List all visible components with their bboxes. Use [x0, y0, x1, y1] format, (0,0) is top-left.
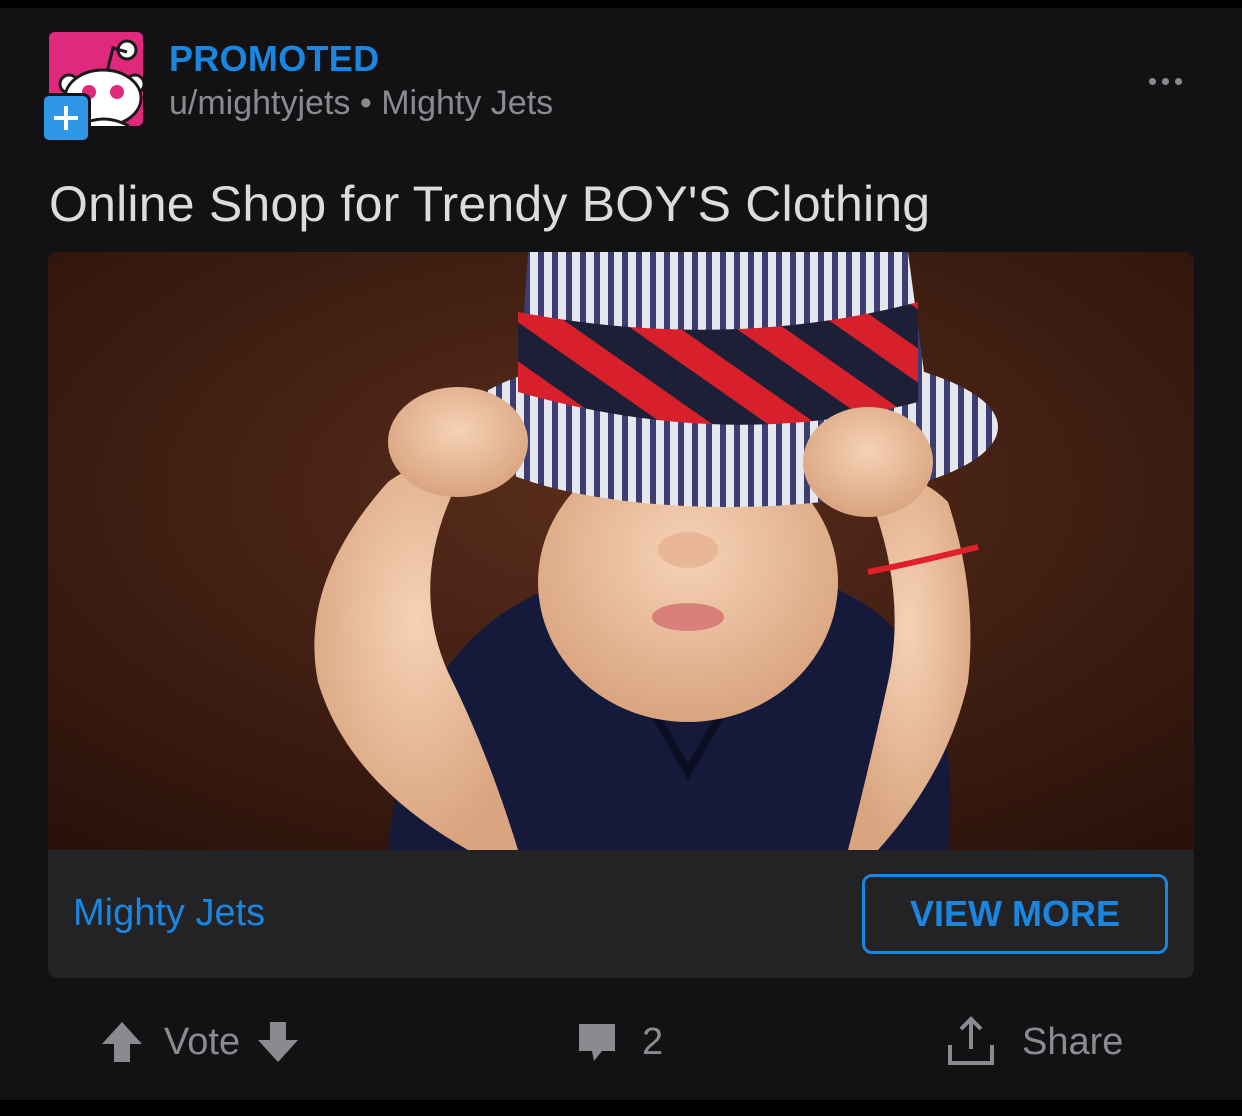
menu-dot	[1161, 77, 1169, 85]
byline-separator: •	[359, 84, 372, 122]
upvote-arrow-icon[interactable]	[100, 1020, 144, 1064]
post-action-bar: Vote 2 Share	[0, 1002, 1242, 1082]
comments-button[interactable]: 2	[576, 1002, 663, 1082]
comment-count: 2	[642, 1020, 664, 1063]
more-options-icon[interactable]	[1140, 66, 1190, 96]
share-button[interactable]: Share	[944, 1002, 1123, 1082]
promoted-label: PROMOTED	[169, 38, 380, 79]
vote-label: Vote	[164, 1020, 241, 1063]
view-more-button[interactable]: VIEW MORE	[862, 874, 1168, 954]
downvote-arrow-icon[interactable]	[256, 1020, 300, 1064]
share-icon	[948, 1016, 994, 1065]
post-title[interactable]: Online Shop for Trendy BOY'S Clothing	[49, 175, 930, 233]
promoted-post-card: PROMOTED u/mightyjets • Mighty Jets Onli…	[0, 8, 1242, 1100]
menu-dot	[1148, 77, 1156, 85]
menu-dot	[1174, 77, 1182, 85]
ad-image[interactable]	[48, 252, 1194, 850]
advertiser-name[interactable]: Mighty Jets	[381, 84, 553, 122]
join-plus-button[interactable]	[41, 93, 91, 143]
plus-icon	[54, 106, 78, 130]
ad-footer: Mighty Jets VIEW MORE	[48, 850, 1194, 978]
vote-group: Vote	[100, 1002, 300, 1082]
post-byline: u/mightyjets • Mighty Jets	[169, 84, 553, 123]
ad-media-card: Mighty Jets VIEW MORE	[48, 252, 1194, 978]
username-link[interactable]: u/mightyjets	[169, 84, 350, 122]
share-label: Share	[1022, 1020, 1124, 1063]
advertiser-link[interactable]: Mighty Jets	[73, 892, 265, 935]
comment-bubble-icon	[579, 1024, 615, 1061]
